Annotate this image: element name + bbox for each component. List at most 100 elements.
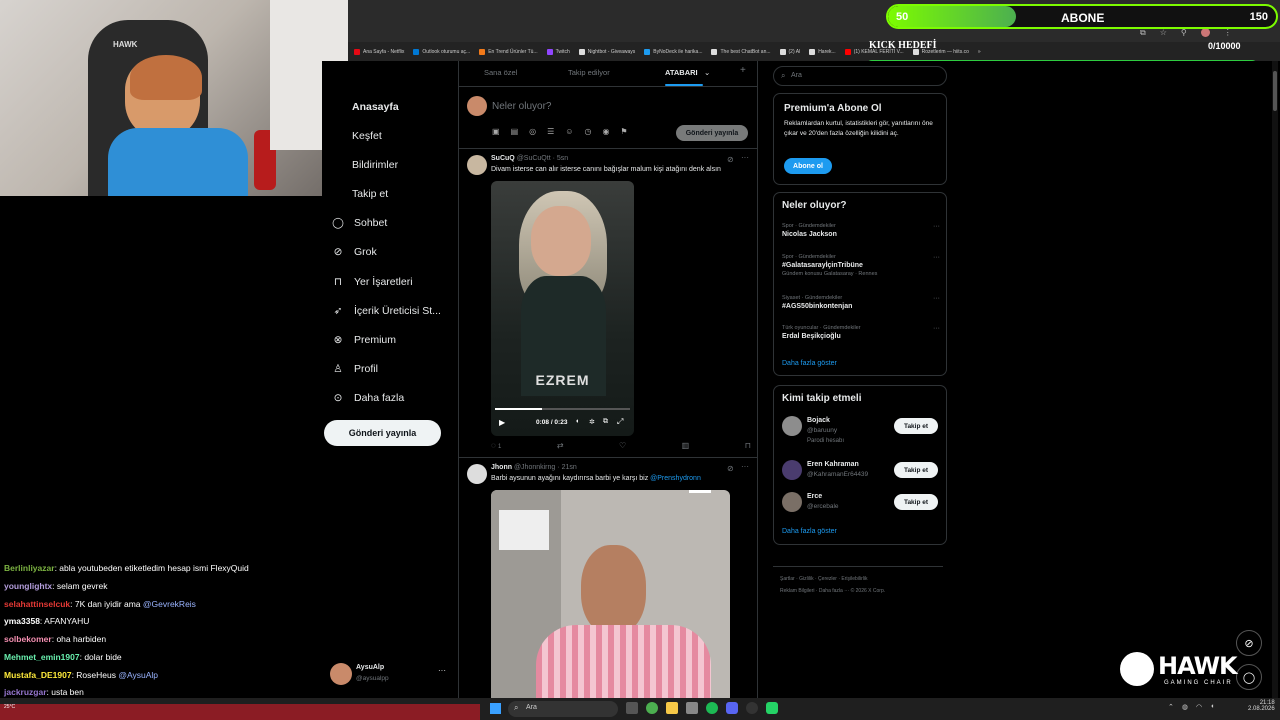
chat-username[interactable]: Mustafa_DE1907 [4,670,72,680]
sidebar-item-grok[interactable]: ⊘ Grok [332,242,377,262]
grok-icon[interactable]: ⊘ [727,464,734,473]
scrollbar-thumb[interactable] [1273,71,1277,111]
post-button[interactable]: Gönderi yayınla [324,420,441,446]
volume-icon[interactable]: ◖ [1210,703,1214,711]
follow-suggestion-name[interactable]: Bojack [807,417,830,424]
views-icon[interactable]: ▥ [682,441,690,450]
follow-suggestion-name[interactable]: Erce [807,493,822,500]
trend-item[interactable]: Spor · Gündemdekiler #GalatasarayİçinTrib… [782,254,940,277]
menu-icon[interactable]: ⋮ [1224,28,1232,38]
trend-item[interactable]: Türk oyuncular · Gündemdekiler Erdal Beşi… [782,325,940,340]
location-icon[interactable]: ◉ [602,127,609,136]
who-more-link[interactable]: Daha fazla göster [782,528,837,535]
chat-username[interactable]: jackruzgar [4,687,47,697]
explorer-icon[interactable] [666,702,678,714]
tweet-time[interactable]: 21sn [562,464,577,471]
pip-icon[interactable]: ⧉ [603,418,608,426]
messages-icon[interactable]: ◯ [1236,664,1262,690]
follow-suggestion-name[interactable]: Eren Kahraman [807,461,859,468]
bookmark-item[interactable]: Harek... [809,48,836,55]
composer-input[interactable]: Neler oluyor? [492,101,551,112]
footer-links-2[interactable]: Reklam Bilgileri · Daha fazla ··· © 2026… [780,588,885,594]
tweet-mention[interactable]: @Prenshydronn [650,475,701,482]
tab-atabari[interactable]: ATABARI [665,68,698,77]
search-box[interactable]: ⌕ Ara [773,66,947,86]
clock[interactable]: 21:18 2.08.2026 [1248,700,1275,712]
account-handle[interactable]: @aysualpp [356,675,389,682]
chat-username[interactable]: Berlinliyazar [4,563,55,573]
trend-more-icon[interactable]: ··· [933,325,940,332]
tweet-more-icon[interactable]: ··· [741,153,749,162]
volume-icon[interactable]: ◖ [575,418,579,425]
sidebar-item-creator[interactable]: ➶ İçerik Üreticisi St... [332,301,441,321]
chevron-down-icon[interactable]: ⌄ [704,68,710,77]
grok-icon[interactable]: ⊘ [727,155,734,164]
tab-following[interactable]: Takip edilyor [568,68,610,77]
follow-button[interactable]: Takip et [894,494,938,510]
task-view-icon[interactable] [626,702,638,714]
chat-username[interactable]: solbekomer [4,634,52,644]
trend-item[interactable]: Siyaset · Gündemdekiler #AGS50binkontenja… [782,295,940,310]
add-tab-icon[interactable]: + [740,65,746,76]
chat-username[interactable]: younglightx [4,581,52,591]
grok-icon[interactable]: ◎ [529,127,536,136]
footer-links[interactable]: Şartlar · Gizlilik · Çerezler · Erişileb… [780,576,868,582]
sidebar-item-follow[interactable]: Takip et [352,184,388,204]
bookmark-item[interactable]: En Trend Ürünler Tü... [479,48,538,55]
bookmark-item[interactable]: Twitch [546,48,570,55]
settings-icon[interactable]: ✲ [589,418,595,426]
spotify-icon[interactable] [706,702,718,714]
sidebar-item-bookmark[interactable]: ⊓ Yer İşaretleri [332,272,413,292]
tweet[interactable]: Jhonn @Jhonnkirng · 21sn ⊘ ··· Barbi ays… [459,458,757,698]
avatar[interactable] [782,460,802,480]
start-icon[interactable] [490,703,501,714]
like-icon[interactable]: ♡ [619,441,626,450]
tweet-author[interactable]: Jhonn [491,464,512,471]
avatar[interactable] [782,416,802,436]
fullscreen-icon[interactable]: ⤢ [617,417,623,427]
sidebar-item-profile[interactable]: ♙ Profil [332,359,378,379]
search-input[interactable]: Ara [791,72,802,79]
follow-button[interactable]: Takip et [894,418,938,434]
bookmark-item[interactable]: Nightbot - Giveaways [578,48,635,55]
schedule-icon[interactable]: ◷ [584,127,591,136]
bookmark-item[interactable]: Ana Sayfa - Netflix [354,48,404,55]
gif-icon[interactable]: ▤ [511,127,519,136]
follow-button[interactable]: Takip et [894,462,938,478]
poll-icon[interactable]: ☰ [547,127,554,136]
bookmark-item[interactable]: ByNoDeck ile harika... [644,48,702,55]
tweet-avatar[interactable] [467,155,487,175]
sidebar-item-premium[interactable]: ⊗ Premium [332,330,396,350]
whatsapp-icon[interactable] [766,702,778,714]
chevron-up-icon[interactable]: ⌃ [1168,703,1174,711]
trend-more-icon[interactable]: ··· [933,295,940,302]
sidebar-item-search[interactable]: Keşfet [352,126,382,146]
install-icon[interactable]: ⧉ [1140,28,1146,38]
tweet-more-icon[interactable]: ··· [741,462,749,471]
chrome-icon[interactable] [646,702,658,714]
app-icon[interactable] [746,702,758,714]
chat-username[interactable]: Mehmet_emin1907 [4,652,80,662]
wifi-icon[interactable]: ◠ [1196,703,1202,711]
trend-more-icon[interactable]: ··· [933,254,940,261]
avatar[interactable] [782,492,802,512]
play-icon[interactable]: ▶ [499,418,505,427]
bookmark-item[interactable]: (2) Al [779,48,800,55]
tweet-avatar[interactable] [467,464,487,484]
video-progress-track[interactable] [495,408,630,410]
composer-post-button[interactable]: Gönderi yayınla [676,125,748,141]
sidebar-item-more[interactable]: ⊙ Daha fazla [332,388,405,408]
trend-item[interactable]: Spor · Gündemdekiler Nicolas Jackson ··· [782,223,940,238]
reply-icon[interactable]: ◌ 1 [491,441,501,450]
emoji-icon[interactable]: ☺ [565,127,573,136]
account-avatar[interactable] [330,663,352,685]
tab-for-you[interactable]: Sana özel [484,68,517,77]
taskbar-search[interactable]: ⌕ Ara [508,701,618,717]
sidebar-item-bell[interactable]: Bildirimler [352,155,398,175]
trend-more-icon[interactable]: ··· [933,223,940,230]
tweet-video[interactable] [491,490,730,698]
bookmark-icon[interactable]: ⊓ [745,441,751,450]
chat-username[interactable]: yma3358 [4,616,40,626]
tweet-handle[interactable]: @SuCuQtt [517,155,551,162]
retweet-icon[interactable]: ⇄ [557,441,564,450]
